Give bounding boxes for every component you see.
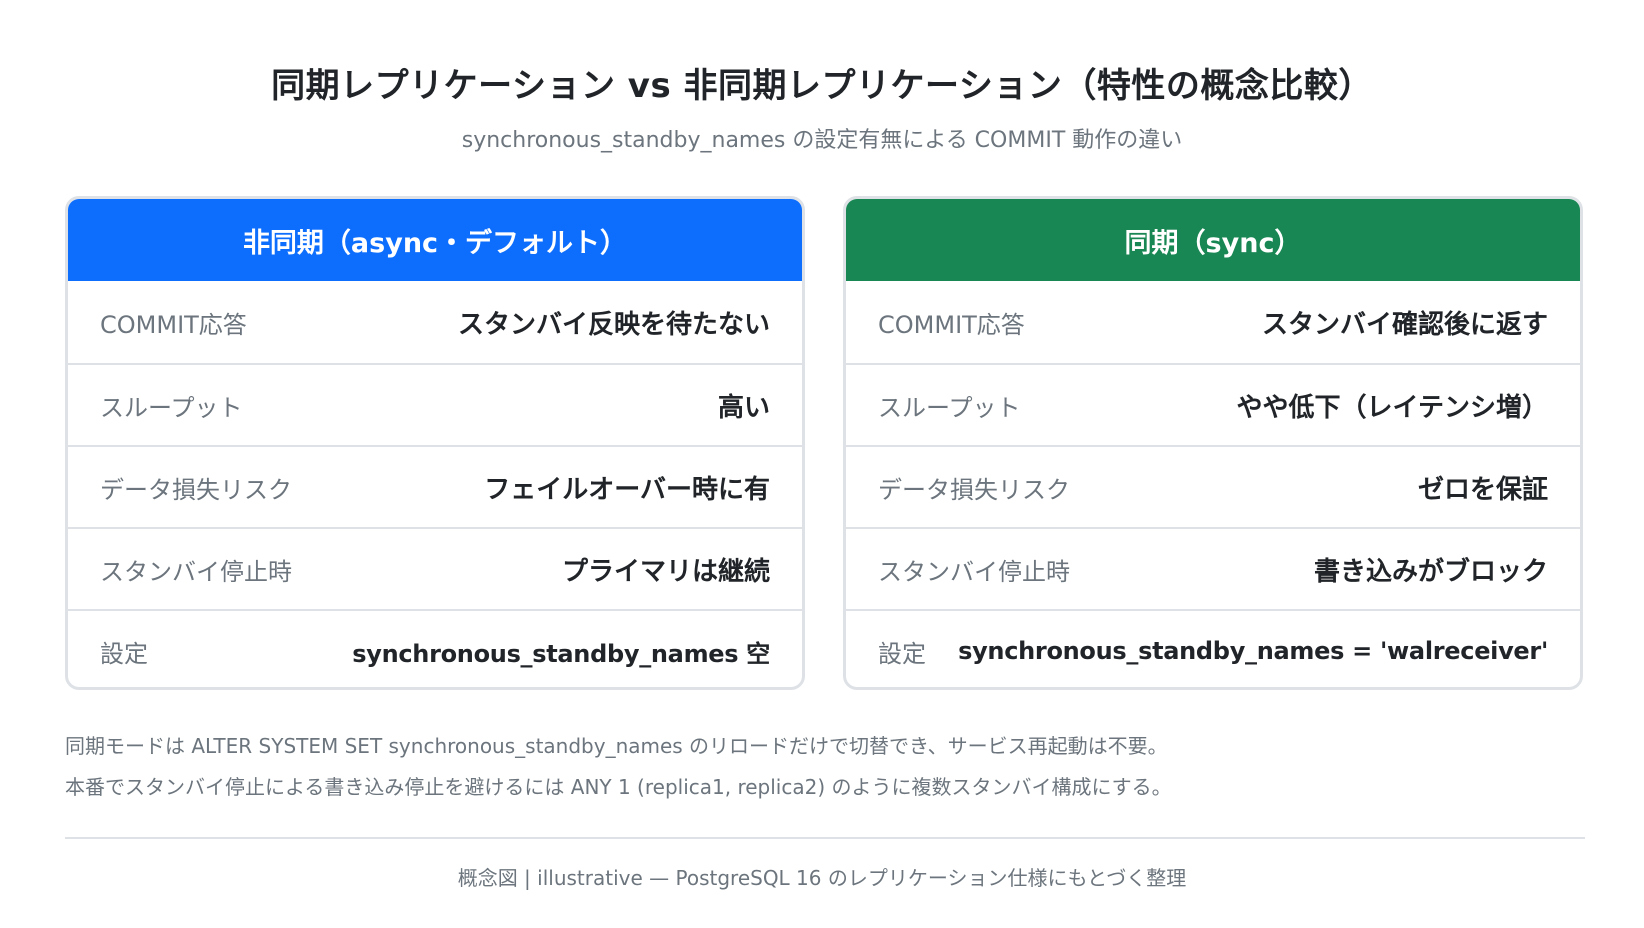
row-value: 高い: [717, 392, 770, 423]
sync-row-data-loss: データ損失リスク ゼロを保証: [846, 445, 1580, 527]
row-label: COMMIT応答: [100, 310, 247, 339]
row-value: 書き込みがブロック: [1313, 556, 1548, 587]
row-label: COMMIT応答: [878, 310, 1025, 339]
async-row-commit: COMMIT応答 スタンバイ反映を待たない: [68, 281, 802, 363]
async-row-data-loss: データ損失リスク フェイルオーバー時に有: [68, 445, 802, 527]
sync-card-header: 同期（sync）: [846, 199, 1580, 281]
row-value: スタンバイ確認後に返す: [1261, 309, 1548, 340]
async-row-standby-stop: スタンバイ停止時 プライマリは継続: [68, 527, 802, 609]
page-title: 同期レプリケーション vs 非同期レプリケーション（特性の概念比較）: [271, 66, 1373, 106]
row-label: 設定: [100, 639, 148, 668]
row-label: データ損失リスク: [100, 475, 292, 504]
notes: 同期モードは ALTER SYSTEM SET synchronous_stan…: [65, 726, 1605, 808]
sync-row-standby-stop: スタンバイ停止時 書き込みがブロック: [846, 527, 1580, 609]
row-value: プライマリは継続: [561, 556, 770, 587]
sync-card: 同期（sync） COMMIT応答 スタンバイ確認後に返す スループット やや低…: [843, 196, 1583, 690]
async-card-header: 非同期（async・デフォルト）: [68, 199, 802, 281]
row-value: ゼロを保証: [1417, 474, 1548, 505]
row-label: スループット: [878, 393, 1021, 422]
page-subtitle: synchronous_standby_names の設定有無による COMMI…: [461, 128, 1183, 153]
async-card: 非同期（async・デフォルト） COMMIT応答 スタンバイ反映を待たない ス…: [65, 196, 805, 690]
async-row-setting: 設定 synchronous_standby_names 空: [68, 609, 802, 687]
async-row-throughput: スループット 高い: [68, 363, 802, 445]
divider: [65, 837, 1585, 839]
sync-row-setting: 設定 synchronous_standby_names = 'walrecei…: [846, 609, 1580, 687]
row-value: スタンバイ反映を待たない: [457, 309, 770, 340]
row-value: やや低下（レイテンシ増）: [1236, 392, 1548, 423]
sync-row-throughput: スループット やや低下（レイテンシ増）: [846, 363, 1580, 445]
row-label: データ損失リスク: [878, 475, 1070, 504]
row-value: synchronous_standby_names = 'walreceiver…: [958, 637, 1548, 665]
sync-row-commit: COMMIT応答 スタンバイ確認後に返す: [846, 281, 1580, 363]
row-label: スタンバイ停止時: [100, 557, 292, 586]
footer-caption: 概念図 | illustrative — PostgreSQL 16 のレプリケ…: [457, 866, 1187, 890]
note-line: 本番でスタンバイ停止による書き込み停止を避けるには ANY 1 (replica…: [65, 775, 1172, 799]
row-label: スループット: [100, 393, 243, 422]
row-label: スタンバイ停止時: [878, 557, 1070, 586]
row-value: synchronous_standby_names 空: [352, 639, 770, 668]
row-label: 設定: [878, 639, 926, 668]
row-value: フェイルオーバー時に有: [484, 474, 770, 505]
note-line: 同期モードは ALTER SYSTEM SET synchronous_stan…: [65, 734, 1168, 758]
